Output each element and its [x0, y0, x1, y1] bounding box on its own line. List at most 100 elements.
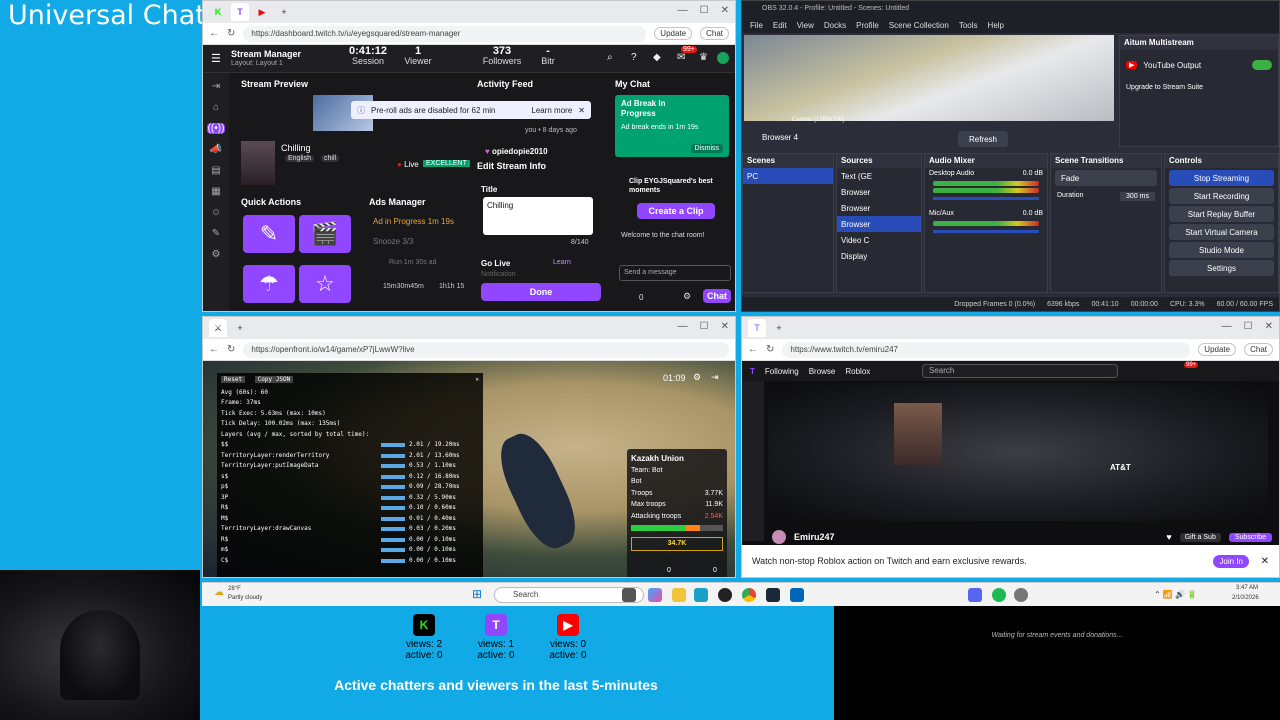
source-browser-1[interactable]: Browser: [837, 184, 921, 200]
back-icon[interactable]: ←: [209, 344, 219, 355]
dismiss-button[interactable]: Dismiss: [690, 144, 723, 153]
game-window-controls[interactable]: — ☐ ✕: [678, 321, 729, 332]
menu-scene-collection[interactable]: Scene Collection: [889, 21, 949, 30]
stop-streaming-button[interactable]: Stop Streaming: [1169, 170, 1274, 186]
quick-actions-header[interactable]: Quick Actions: [241, 197, 301, 207]
menu-help[interactable]: Help: [988, 21, 1004, 30]
nav-browse[interactable]: Browse: [809, 367, 836, 376]
clip-quick-action[interactable]: 🎬: [299, 215, 351, 253]
scene-pc[interactable]: PC: [743, 168, 833, 184]
close-icon[interactable]: ✕: [1265, 321, 1273, 332]
copy-json-button[interactable]: Copy JSON: [254, 376, 294, 383]
source-video[interactable]: Video C: [837, 232, 921, 248]
gift-sub-button[interactable]: Gift a Sub: [1179, 532, 1221, 542]
maximize-icon[interactable]: ☐: [1244, 321, 1253, 332]
menu-edit[interactable]: Edit: [773, 21, 787, 30]
content-icon[interactable]: ▤: [211, 165, 220, 176]
close-icon[interactable]: ✕: [721, 321, 729, 332]
search-icon[interactable]: ⌕: [607, 52, 613, 63]
stream-preview-header[interactable]: Stream Preview: [241, 79, 308, 89]
spotify-icon[interactable]: [992, 588, 1006, 602]
source-display[interactable]: Display: [837, 248, 921, 264]
reload-icon[interactable]: ↻: [766, 344, 774, 355]
reset-button[interactable]: Reset: [221, 376, 246, 383]
close-icon[interactable]: ✕: [721, 5, 729, 16]
chrome-icon[interactable]: [742, 588, 756, 602]
update-button[interactable]: Update: [654, 27, 693, 40]
settings-gear-icon[interactable]: [1014, 588, 1028, 602]
stream-manager-icon[interactable]: ((•)): [207, 123, 225, 134]
obs-icon[interactable]: [718, 588, 732, 602]
home-icon[interactable]: ⌂: [213, 102, 219, 113]
tray-icons[interactable]: ⌃ 📶 🔊 🔋: [1154, 590, 1197, 599]
crown-icon[interactable]: ♛: [699, 52, 708, 63]
promo-close-icon[interactable]: ✕: [1261, 556, 1269, 567]
join-in-button[interactable]: Join In: [1213, 554, 1249, 568]
help-icon[interactable]: ?: [631, 52, 637, 63]
game-url-field[interactable]: https://openfront.io/w14/game/xP7jLwwW?l…: [243, 341, 729, 358]
twitch-update-button[interactable]: Update: [1198, 343, 1237, 356]
start-recording-button[interactable]: Start Recording: [1169, 188, 1274, 204]
settings-button[interactable]: Settings: [1169, 260, 1274, 276]
promote-icon[interactable]: 📣: [210, 144, 222, 155]
close-debug-icon[interactable]: ✕: [475, 375, 479, 386]
twitch-tab[interactable]: T: [231, 3, 249, 21]
video-player[interactable]: AT&T: [768, 383, 1268, 521]
title-input[interactable]: Chilling: [483, 197, 593, 235]
analytics-icon[interactable]: ▦: [211, 186, 220, 197]
tag-english[interactable]: English: [285, 155, 314, 162]
minimize-icon[interactable]: —: [1222, 321, 1232, 332]
edge-icon[interactable]: [694, 588, 708, 602]
chat-settings-icon[interactable]: ⚙: [683, 291, 691, 302]
tools-icon[interactable]: ✎: [212, 228, 220, 239]
taskview-icon[interactable]: [622, 588, 636, 602]
reload-icon[interactable]: ↻: [227, 28, 235, 39]
file-explorer-icon[interactable]: [672, 588, 686, 602]
url-field[interactable]: https://dashboard.twitch.tv/u/eyegsquare…: [243, 25, 647, 42]
menu-profile[interactable]: Profile: [856, 21, 879, 30]
new-tab-button[interactable]: +: [275, 3, 293, 21]
desktop-volume-slider[interactable]: [933, 197, 1039, 200]
studio-mode-button[interactable]: Studio Mode: [1169, 242, 1274, 258]
youtube-output-toggle[interactable]: [1252, 60, 1272, 70]
window-controls[interactable]: — ☐ ✕: [678, 5, 729, 16]
nav-following[interactable]: Following: [765, 367, 799, 376]
chat-send-button[interactable]: Chat: [703, 289, 731, 303]
raid-quick-action[interactable]: ☂: [243, 265, 295, 303]
source-browser-2[interactable]: Browser: [837, 200, 921, 216]
upgrade-button[interactable]: Upgrade to Stream Suite: [1120, 80, 1278, 95]
streamer-avatar[interactable]: [772, 530, 786, 544]
maximize-icon[interactable]: ☐: [700, 5, 709, 16]
menu-icon[interactable]: ☰: [211, 52, 221, 65]
streamer-name[interactable]: Emiru247: [794, 532, 835, 542]
refresh-button[interactable]: Refresh: [958, 131, 1008, 147]
favorite-quick-action[interactable]: ☆: [299, 265, 351, 303]
twitch-chat-button[interactable]: Chat: [1244, 343, 1273, 356]
sidebar-collapse-icon[interactable]: ⇥: [212, 81, 220, 92]
game-exit-icon[interactable]: ⇥: [711, 372, 719, 383]
edit-quick-action[interactable]: ✎: [243, 215, 295, 253]
game-new-tab[interactable]: +: [231, 319, 249, 337]
start-virtual-camera-button[interactable]: Start Virtual Camera: [1169, 224, 1274, 240]
twitch-channel-tab[interactable]: T: [748, 319, 766, 337]
community-icon[interactable]: ☺: [211, 207, 221, 218]
learn-more-link[interactable]: Learn more: [531, 106, 572, 115]
done-button[interactable]: Done: [481, 283, 601, 301]
menu-view[interactable]: View: [797, 21, 814, 30]
snooze-button[interactable]: Snooze 3/3: [373, 237, 413, 246]
subscribe-button[interactable]: Subscribe: [1228, 532, 1272, 542]
start-replay-buffer-button[interactable]: Start Replay Buffer: [1169, 206, 1274, 222]
close-notice-icon[interactable]: ✕: [578, 106, 591, 115]
copilot-icon[interactable]: [648, 588, 662, 602]
minimize-icon[interactable]: —: [678, 5, 688, 16]
run-ad-button[interactable]: Run 1m 30s ad: [389, 259, 436, 266]
defender-icon[interactable]: [790, 588, 804, 602]
transition-select[interactable]: Fade: [1055, 170, 1157, 186]
my-chat-header[interactable]: My Chat: [615, 79, 650, 89]
nav-roblox[interactable]: Roblox: [845, 367, 870, 376]
twitch-new-tab[interactable]: +: [770, 319, 788, 337]
twitch-logo-icon[interactable]: T: [750, 367, 755, 376]
avatar[interactable]: [717, 52, 729, 64]
chat-button[interactable]: Chat: [700, 27, 729, 40]
game-map[interactable]: Reset Copy JSON ✕ Avg (60s): 60 Frame: 37…: [203, 361, 735, 577]
